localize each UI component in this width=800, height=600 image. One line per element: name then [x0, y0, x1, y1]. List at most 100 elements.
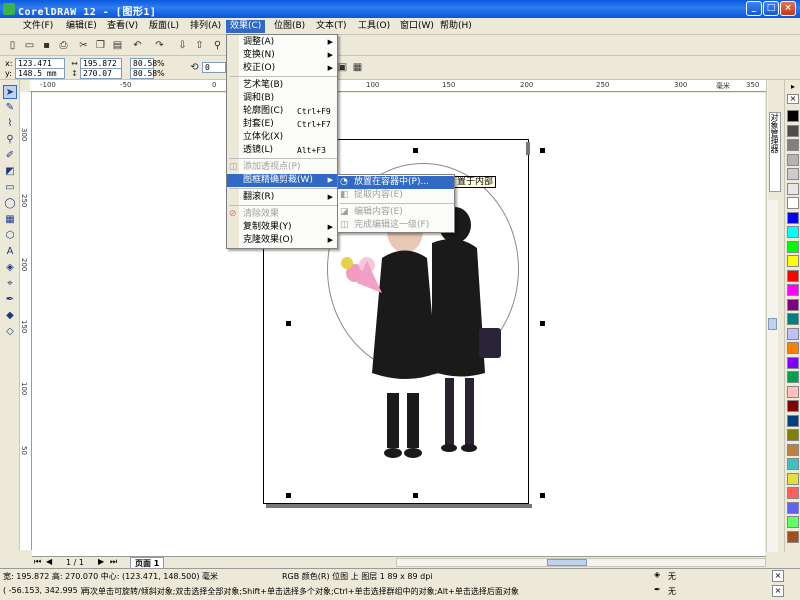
to-front-icon[interactable]: ▦ — [350, 60, 365, 75]
color-swatch[interactable] — [787, 385, 799, 398]
color-swatch[interactable] — [787, 110, 799, 122]
palette-menu-icon[interactable]: ▸ — [787, 82, 799, 92]
menu-item-correction[interactable]: 校正(O) ▶ — [227, 62, 337, 75]
menu-text[interactable]: 文本(T) — [312, 20, 351, 33]
menu-view[interactable]: 查看(V) — [103, 20, 142, 33]
menu-arrange[interactable]: 排列(A) — [186, 20, 225, 33]
color-swatch[interactable] — [787, 414, 799, 427]
menu-item-artistic-media[interactable]: 艺术笔(B) — [227, 79, 337, 92]
menu-help[interactable]: 帮助(H) — [436, 20, 476, 33]
color-swatch[interactable] — [787, 516, 799, 528]
color-swatch[interactable] — [787, 530, 799, 543]
color-swatch[interactable] — [787, 269, 799, 282]
redo-icon[interactable]: ↷ — [152, 38, 167, 53]
import-icon[interactable]: ⇩ — [175, 38, 190, 53]
menu-layout[interactable]: 版面(L) — [145, 20, 183, 33]
polygon-tool-icon[interactable]: ▦ — [3, 213, 17, 227]
menu-item-edit-contents[interactable]: ◪ 编辑内容(E) — [338, 206, 454, 219]
menu-item-contour[interactable]: 轮廓图(C) Ctrl+F9 — [227, 105, 337, 118]
shape-tool-icon[interactable]: ✎ — [3, 101, 17, 115]
menu-bitmaps[interactable]: 位图(B) — [270, 20, 309, 33]
knife-tool-icon[interactable]: ⌇ — [3, 117, 17, 131]
color-swatch[interactable] — [787, 371, 799, 383]
no-color-swatch[interactable]: × — [787, 94, 799, 104]
color-swatch[interactable] — [787, 356, 799, 369]
color-swatch[interactable] — [787, 153, 799, 166]
selection-handle[interactable] — [413, 493, 418, 498]
color-swatch[interactable] — [787, 458, 799, 470]
save-icon[interactable]: ▪ — [39, 38, 54, 53]
object-manager-tab[interactable]: 对象管理器 — [769, 112, 781, 192]
menu-effects[interactable]: 效果(C) — [226, 20, 266, 33]
interactive-fill-tool-icon[interactable]: ◇ — [3, 325, 17, 339]
rectangle-tool-icon[interactable]: ▭ — [3, 181, 17, 195]
menu-item-extrude[interactable]: 立体化(X) — [227, 131, 337, 144]
color-swatch[interactable] — [787, 284, 799, 296]
selection-handle[interactable] — [540, 148, 545, 153]
open-icon[interactable]: ▭ — [22, 38, 37, 53]
menu-item-rollover[interactable]: 翻滚(R) ▶ — [227, 191, 337, 204]
zoom-tool-icon[interactable]: ⚲ — [3, 133, 17, 147]
color-swatch[interactable] — [787, 501, 799, 514]
menu-edit[interactable]: 编辑(E) — [62, 20, 101, 33]
color-swatch[interactable] — [787, 443, 799, 456]
scrollbar-thumb[interactable] — [768, 318, 777, 330]
color-swatch[interactable] — [787, 298, 799, 311]
color-swatch[interactable] — [787, 211, 799, 224]
maximize-button[interactable]: □ — [763, 1, 779, 16]
color-swatch[interactable] — [787, 313, 799, 325]
menu-item-transform[interactable]: 变换(N) ▶ — [227, 49, 337, 62]
selection-handle[interactable] — [540, 321, 545, 326]
y-position-field[interactable]: 148.5 mm — [15, 68, 65, 79]
color-swatch[interactable] — [787, 255, 799, 267]
freehand-tool-icon[interactable]: ✐ — [3, 149, 17, 163]
color-swatch[interactable] — [787, 327, 799, 340]
outline-tool-icon[interactable]: ✒ — [3, 293, 17, 307]
color-swatch[interactable] — [787, 429, 799, 441]
bitmap-two-women[interactable] — [327, 203, 517, 463]
undo-icon[interactable]: ↶ — [130, 38, 145, 53]
fill-swatch[interactable]: × — [772, 570, 784, 582]
menu-tools[interactable]: 工具(O) — [354, 20, 394, 33]
application-launcher-icon[interactable]: ⚲ — [210, 38, 225, 53]
menu-file[interactable]: 文件(F) — [19, 20, 57, 33]
height-field[interactable]: 270.07 mm — [80, 68, 122, 87]
menu-item-finish-editing[interactable]: ◫ 完成编辑这一级(F) — [338, 219, 454, 232]
scale-y-field[interactable]: 80.58 — [130, 68, 157, 79]
color-swatch[interactable] — [787, 182, 799, 195]
menu-item-envelope[interactable]: 封套(E) Ctrl+F7 — [227, 118, 337, 131]
color-swatch[interactable] — [787, 168, 799, 180]
first-page-icon[interactable]: ⏮ — [34, 557, 41, 567]
minimize-button[interactable]: _ — [746, 1, 762, 16]
color-swatch[interactable] — [787, 487, 799, 499]
ellipse-tool-icon[interactable]: ◯ — [3, 197, 17, 211]
menu-item-blend[interactable]: 调和(B) — [227, 92, 337, 105]
color-swatch[interactable] — [787, 240, 799, 253]
menu-item-adjust[interactable]: 调整(A) ▶ — [227, 36, 337, 49]
color-swatch[interactable] — [787, 400, 799, 412]
horizontal-scrollbar[interactable] — [396, 558, 766, 567]
color-swatch[interactable] — [787, 226, 799, 238]
basic-shapes-tool-icon[interactable]: ⬡ — [3, 229, 17, 243]
h-scrollbar-thumb[interactable] — [547, 559, 587, 566]
color-swatch[interactable] — [787, 139, 799, 151]
outline-swatch[interactable]: × — [772, 585, 784, 597]
interactive-blend-tool-icon[interactable]: ◈ — [3, 261, 17, 275]
selection-handle[interactable] — [540, 493, 545, 498]
color-swatch[interactable] — [787, 472, 799, 485]
text-tool-icon[interactable]: A — [3, 245, 17, 259]
color-swatch[interactable] — [787, 342, 799, 354]
selection-handle[interactable] — [286, 493, 291, 498]
color-swatch[interactable] — [787, 197, 799, 209]
menu-item-clear-effect[interactable]: ⊘ 清除效果 — [227, 208, 337, 221]
print-icon[interactable]: ⎙ — [56, 38, 71, 53]
menu-item-lens[interactable]: 透镜(L) Alt+F3 — [227, 144, 337, 157]
next-page-icon[interactable]: ▶ — [98, 557, 104, 566]
horizontal-ruler[interactable]: -100 -50 0 50 100 150 200 250 300 350 毫米 — [30, 80, 766, 92]
copy-icon[interactable]: ❐ — [93, 38, 108, 53]
menu-item-extract-contents[interactable]: ◧ 提取内容(E) — [338, 189, 454, 202]
menu-item-powerclip[interactable]: 图框精确剪裁(W) ▶ — [227, 174, 337, 187]
color-swatch[interactable] — [787, 124, 799, 137]
drawing-canvas[interactable]: 置于内部 — [32, 93, 765, 556]
close-button[interactable]: × — [780, 1, 796, 16]
